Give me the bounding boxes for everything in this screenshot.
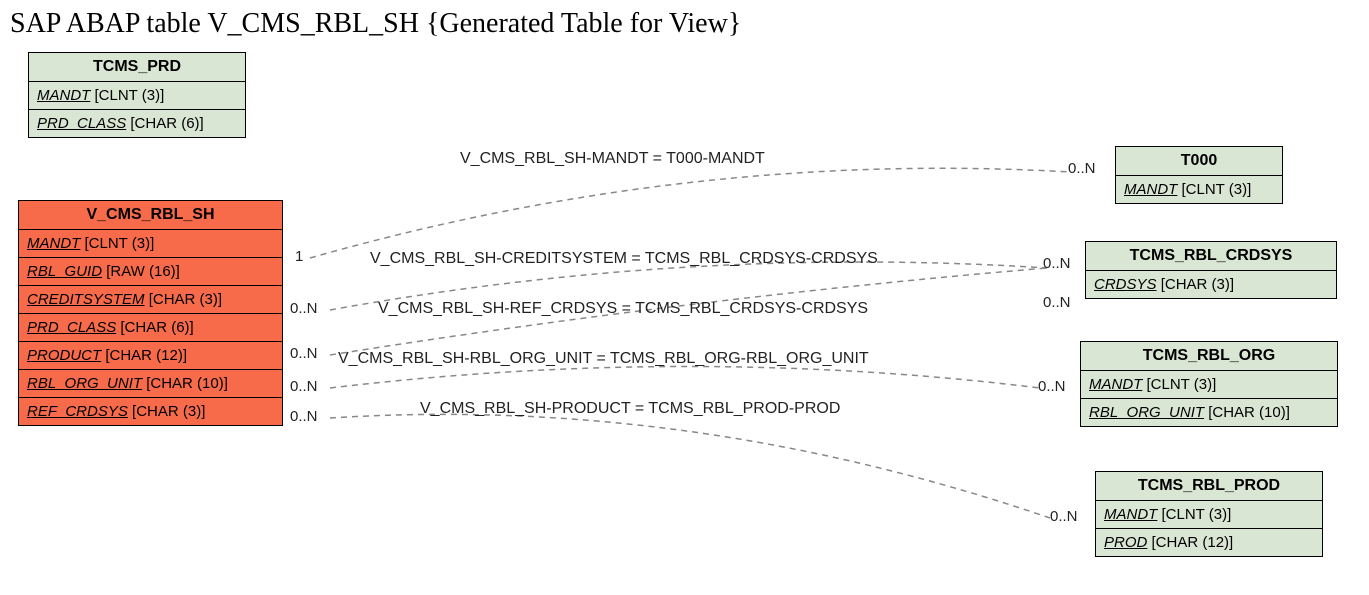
entity-field: RBL_GUID [RAW (16)] <box>19 258 282 286</box>
entity-tcms-rbl-org: TCMS_RBL_ORG MANDT [CLNT (3)] RBL_ORG_UN… <box>1080 341 1338 427</box>
relation-label: V_CMS_RBL_SH-MANDT = T000-MANDT <box>460 150 765 168</box>
entity-header: V_CMS_RBL_SH <box>19 201 282 230</box>
entity-header: T000 <box>1116 147 1282 176</box>
entity-field: MANDT [CLNT (3)] <box>19 230 282 258</box>
entity-header: TCMS_RBL_CRDSYS <box>1086 242 1336 271</box>
cardinality: 1 <box>295 248 303 265</box>
entity-field: MANDT [CLNT (3)] <box>29 82 245 110</box>
entity-field: PROD [CHAR (12)] <box>1096 529 1322 556</box>
diagram-title: SAP ABAP table V_CMS_RBL_SH {Generated T… <box>10 8 741 40</box>
cardinality: 0..N <box>1050 508 1078 525</box>
relation-label: V_CMS_RBL_SH-CREDITSYSTEM = TCMS_RBL_CRD… <box>370 250 878 268</box>
entity-field: PRODUCT [CHAR (12)] <box>19 342 282 370</box>
cardinality: 0..N <box>1043 294 1071 311</box>
entity-field: MANDT [CLNT (3)] <box>1096 501 1322 529</box>
entity-field: CRDSYS [CHAR (3)] <box>1086 271 1336 298</box>
entity-v-cms-rbl-sh: V_CMS_RBL_SH MANDT [CLNT (3)] RBL_GUID [… <box>18 200 283 426</box>
entity-tcms-rbl-crdsys: TCMS_RBL_CRDSYS CRDSYS [CHAR (3)] <box>1085 241 1337 299</box>
cardinality: 0..N <box>290 408 318 425</box>
cardinality: 0..N <box>1038 378 1066 395</box>
entity-header: TCMS_RBL_PROD <box>1096 472 1322 501</box>
entity-tcms-prd: TCMS_PRD MANDT [CLNT (3)] PRD_CLASS [CHA… <box>28 52 246 138</box>
entity-field: MANDT [CLNT (3)] <box>1081 371 1337 399</box>
cardinality: 0..N <box>290 345 318 362</box>
entity-field: MANDT [CLNT (3)] <box>1116 176 1282 203</box>
entity-field: RBL_ORG_UNIT [CHAR (10)] <box>1081 399 1337 426</box>
relation-label: V_CMS_RBL_SH-RBL_ORG_UNIT = TCMS_RBL_ORG… <box>338 350 869 368</box>
cardinality: 0..N <box>1043 255 1071 272</box>
entity-field: PRD_CLASS [CHAR (6)] <box>29 110 245 137</box>
entity-t000: T000 MANDT [CLNT (3)] <box>1115 146 1283 204</box>
entity-field: CREDITSYSTEM [CHAR (3)] <box>19 286 282 314</box>
cardinality: 0..N <box>290 300 318 317</box>
entity-field: REF_CRDSYS [CHAR (3)] <box>19 398 282 425</box>
cardinality: 0..N <box>290 378 318 395</box>
entity-tcms-rbl-prod: TCMS_RBL_PROD MANDT [CLNT (3)] PROD [CHA… <box>1095 471 1323 557</box>
cardinality: 0..N <box>1068 160 1096 177</box>
relation-label: V_CMS_RBL_SH-REF_CRDSYS = TCMS_RBL_CRDSY… <box>378 300 868 318</box>
entity-field: PRD_CLASS [CHAR (6)] <box>19 314 282 342</box>
entity-header: TCMS_PRD <box>29 53 245 82</box>
entity-field: RBL_ORG_UNIT [CHAR (10)] <box>19 370 282 398</box>
entity-header: TCMS_RBL_ORG <box>1081 342 1337 371</box>
relation-label: V_CMS_RBL_SH-PRODUCT = TCMS_RBL_PROD-PRO… <box>420 400 840 418</box>
